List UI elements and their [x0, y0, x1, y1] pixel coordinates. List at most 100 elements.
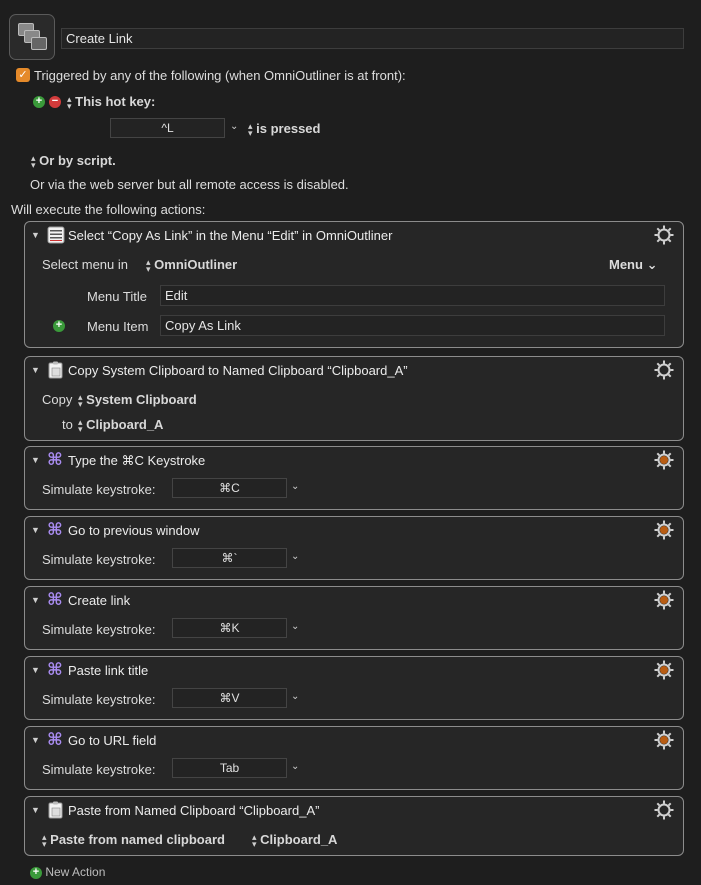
gear-icon[interactable]	[653, 224, 675, 246]
action-title: Paste from Named Clipboard “Clipboard_A”	[68, 803, 320, 818]
window-icon	[31, 37, 47, 50]
hotkey-mode-popup[interactable]: ▴ ▾ is pressed	[248, 121, 320, 137]
gear-icon[interactable]	[653, 729, 675, 751]
simulate-keystroke-label: Simulate keystroke:	[42, 482, 156, 497]
clipboard-label: Clipboard_A	[260, 832, 338, 847]
webserver-label: Or via the web server but all remote acc…	[30, 177, 349, 192]
action-copy-clipboard[interactable]: ▼ Copy System Clipboard to Named Clipboa…	[24, 356, 684, 441]
action-select-menu[interactable]: ▼ Select “Copy As Link” in the Menu “Edi…	[24, 221, 684, 348]
gear-icon[interactable]	[653, 449, 675, 471]
action-title: Create link	[68, 593, 131, 608]
action-title: Type the ⌘C Keystroke	[68, 453, 206, 468]
updown-chevron-icon: ▴ ▾	[78, 416, 83, 434]
keystroke-field[interactable]: ⌘V	[172, 688, 287, 708]
hotkey-mode-label: is pressed	[256, 121, 321, 136]
action-keystroke[interactable]: ▼ ⌘ Type the ⌘C Keystroke Simulate keyst…	[24, 446, 684, 510]
gear-icon[interactable]	[653, 589, 675, 611]
to-target-label: Clipboard_A	[86, 417, 164, 432]
keystroke-dropdown-icon[interactable]: ⌄	[291, 761, 299, 772]
disclosure-triangle-icon[interactable]: ▼	[31, 365, 40, 375]
menu-title-field[interactable]: Edit	[160, 285, 665, 306]
to-target-popup[interactable]: ▴ ▾ Clipboard_A	[78, 417, 163, 433]
action-title: Select “Copy As Link” in the Menu “Edit”…	[68, 228, 393, 243]
hotkey-label: This hot key:	[75, 94, 156, 109]
command-key-icon: ⌘	[47, 660, 63, 679]
app-label: OmniOutliner	[154, 257, 238, 272]
keystroke-field[interactable]: ⌘`	[172, 548, 287, 568]
action-keystroke[interactable]: ▼ ⌘ Create link Simulate keystroke: ⌘K ⌄	[24, 586, 684, 650]
keystroke-field[interactable]: ⌘C	[172, 478, 287, 498]
updown-chevron-icon: ▴ ▾	[67, 93, 72, 111]
command-key-icon: ⌘	[47, 520, 63, 539]
action-keystroke[interactable]: ▼ ⌘ Go to URL field Simulate keystroke: …	[24, 726, 684, 790]
updown-chevron-icon: ▴ ▾	[42, 831, 47, 849]
simulate-keystroke-label: Simulate keystroke:	[42, 692, 156, 707]
action-keystroke[interactable]: ▼ ⌘ Go to previous window Simulate keyst…	[24, 516, 684, 580]
action-title: Copy System Clipboard to Named Clipboard…	[68, 363, 408, 378]
plus-icon: +	[30, 866, 42, 879]
actions-header: Will execute the following actions:	[11, 202, 206, 217]
disclosure-triangle-icon[interactable]: ▼	[31, 595, 40, 605]
trigger-checkbox[interactable]: ✓	[16, 68, 30, 82]
keystroke-dropdown-icon[interactable]: ⌄	[291, 621, 299, 632]
gear-icon[interactable]	[653, 519, 675, 541]
keystroke-dropdown-icon[interactable]: ⌄	[291, 691, 299, 702]
script-trigger-popup[interactable]: ▴ ▾ Or by script.	[31, 153, 116, 169]
paste-mode-popup[interactable]: ▴ ▾ Paste from named clipboard	[42, 832, 225, 848]
new-action-label: New Action	[45, 865, 106, 879]
menu-dropdown-button[interactable]: Menu ⌄	[609, 257, 657, 273]
menu-button-label: Menu	[609, 257, 643, 272]
simulate-keystroke-label: Simulate keystroke:	[42, 552, 156, 567]
new-action-button[interactable]: + New Action	[30, 865, 105, 879]
updown-chevron-icon: ▴ ▾	[248, 120, 253, 138]
disclosure-triangle-icon[interactable]: ▼	[31, 735, 40, 745]
disclosure-triangle-icon[interactable]: ▼	[31, 455, 40, 465]
clipboard-popup[interactable]: ▴ ▾ Clipboard_A	[252, 832, 337, 848]
action-title: Paste link title	[68, 663, 149, 678]
macro-icon[interactable]	[9, 14, 55, 60]
action-paste-clipboard[interactable]: ▼ Paste from Named Clipboard “Clipboard_…	[24, 796, 684, 856]
add-menu-item-icon[interactable]: +	[53, 320, 65, 332]
gear-icon[interactable]	[653, 659, 675, 681]
menu-item-label: Menu Item	[87, 319, 149, 334]
menu-item-field[interactable]: Copy As Link	[160, 315, 665, 336]
disclosure-triangle-icon[interactable]: ▼	[31, 230, 40, 240]
copy-source-label: System Clipboard	[86, 392, 197, 407]
updown-chevron-icon: ▴ ▾	[31, 152, 36, 170]
disclosure-triangle-icon[interactable]: ▼	[31, 665, 40, 675]
trigger-type-popup[interactable]: ▴ ▾ This hot key:	[67, 94, 155, 110]
gear-icon[interactable]	[653, 359, 675, 381]
copy-label: Copy	[42, 392, 73, 407]
action-keystroke[interactable]: ▼ ⌘ Paste link title Simulate keystroke:…	[24, 656, 684, 720]
action-title: Go to previous window	[68, 523, 200, 538]
disclosure-triangle-icon[interactable]: ▼	[31, 525, 40, 535]
remove-trigger-icon[interactable]: −	[49, 96, 61, 108]
select-menu-label: Select menu in	[42, 257, 128, 272]
macro-name-field[interactable]: Create Link	[61, 28, 684, 49]
clipboard-icon	[48, 801, 63, 819]
trigger-label: Triggered by any of the following (when …	[34, 68, 406, 83]
keystroke-field[interactable]: Tab	[172, 758, 287, 778]
menu-list-icon	[47, 226, 65, 244]
add-trigger-icon[interactable]: +	[33, 96, 45, 108]
script-trigger-label: Or by script.	[39, 153, 116, 168]
updown-chevron-icon: ▴ ▾	[78, 391, 83, 409]
command-key-icon: ⌘	[47, 450, 63, 469]
keystroke-dropdown-icon[interactable]: ⌄	[291, 551, 299, 562]
updown-chevron-icon: ▴ ▾	[146, 256, 151, 274]
menu-title-label: Menu Title	[87, 289, 147, 304]
hotkey-field[interactable]: ^L	[110, 118, 225, 138]
to-label: to	[62, 417, 73, 432]
app-popup[interactable]: ▴ ▾ OmniOutliner	[146, 257, 237, 273]
paste-mode-label: Paste from named clipboard	[50, 832, 225, 847]
updown-chevron-icon: ▴ ▾	[252, 831, 257, 849]
command-key-icon: ⌘	[47, 590, 63, 609]
hotkey-dropdown-icon[interactable]: ⌄	[230, 121, 238, 132]
copy-source-popup[interactable]: ▴ ▾ System Clipboard	[78, 392, 197, 408]
disclosure-triangle-icon[interactable]: ▼	[31, 805, 40, 815]
keystroke-field[interactable]: ⌘K	[172, 618, 287, 638]
command-key-icon: ⌘	[47, 730, 63, 749]
gear-icon[interactable]	[653, 799, 675, 821]
clipboard-icon	[48, 361, 63, 379]
keystroke-dropdown-icon[interactable]: ⌄	[291, 481, 299, 492]
